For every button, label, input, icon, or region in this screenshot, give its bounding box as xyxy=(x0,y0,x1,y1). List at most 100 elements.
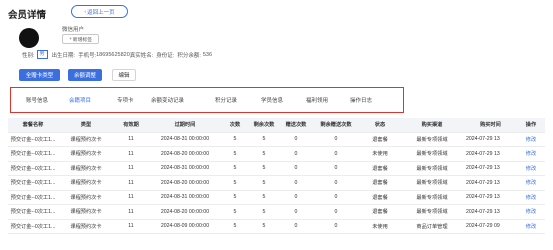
cell-remaining: 5 xyxy=(248,204,280,220)
cell-edit-link[interactable]: 修改 xyxy=(517,175,545,191)
phone-value: 18695625820 xyxy=(96,51,130,58)
cell-package-name: 预交订金--0次工1... xyxy=(8,204,58,220)
cell-channel: 最新专项领域 xyxy=(400,204,464,220)
cell-validity: 11 xyxy=(114,132,148,147)
header-remaining: 剩余次数 xyxy=(248,118,280,133)
cell-validity: 11 xyxy=(114,175,148,191)
cell-bonus: 0 xyxy=(280,132,312,147)
cell-expiry: 2024-08-20 00:00:00 xyxy=(148,146,222,162)
table-row: 预交订金--0次工1... 课程预约次卡 11 2024-08-20 00:00:00… xyxy=(8,175,545,191)
cell-package-name: 预交订金--0次工1... xyxy=(8,219,58,234)
header-package-name: 套餐名称 xyxy=(8,118,58,133)
cell-status: 未使用 xyxy=(360,219,400,234)
balance-adjust-button[interactable]: 余额调整 xyxy=(68,69,102,81)
cell-status: 退套餐 xyxy=(360,132,400,147)
cell-purchase-time: 2024-07-29 13 xyxy=(464,190,517,205)
chevron-left-icon: ‹ xyxy=(84,8,87,15)
cell-remaining-bonus: 0 xyxy=(312,175,360,191)
tab-balance-records[interactable]: 余额变动记录 xyxy=(151,96,184,104)
header-channel: 购买渠道 xyxy=(400,118,464,133)
tab-operation-log[interactable]: 操作日志 xyxy=(350,96,372,104)
cell-channel: 商品订单管理 xyxy=(400,219,464,234)
tab-special-card[interactable]: 专项卡 xyxy=(117,96,134,104)
cell-edit-link[interactable]: 修改 xyxy=(517,146,545,162)
cell-count: 5 xyxy=(222,204,248,220)
cell-package-name: 预交订金--0次工1... xyxy=(8,190,58,205)
tab-bar: 账号信息 会籍项目 专项卡 余额变动记录 积分记录 学员信息 福利领用 操作日志 xyxy=(10,87,404,113)
back-button[interactable]: ‹ 返回上一页 xyxy=(71,5,128,18)
cell-status: 退套餐 xyxy=(360,204,400,220)
cell-edit-link[interactable]: 修改 xyxy=(517,219,545,234)
cell-edit-link[interactable]: 修改 xyxy=(517,204,545,220)
gender-label: 性别: xyxy=(22,52,35,59)
tab-points-records[interactable]: 积分记录 xyxy=(215,96,237,104)
cell-remaining: 5 xyxy=(248,219,280,234)
tab-membership-items[interactable]: 会籍项目 xyxy=(69,96,91,104)
cell-bonus: 0 xyxy=(280,204,312,220)
cell-edit-link[interactable]: 修改 xyxy=(517,132,545,147)
cell-count: 5 xyxy=(222,146,248,162)
cell-channel: 最新专项领域 xyxy=(400,146,464,162)
cell-type: 课程预约次卡 xyxy=(58,204,114,220)
plus-icon: + xyxy=(68,36,72,42)
cell-expiry: 2024-08-20 00:00:00 xyxy=(148,204,222,220)
back-button-label: 返回上一页 xyxy=(87,9,115,16)
gift-card-type-button[interactable]: 全赠卡类型 xyxy=(19,69,60,81)
table-header-row: 套餐名称 类型 有效期 过期时间 次数 剩余次数 赠送次数 剩余赠送次数 状态 … xyxy=(8,118,545,133)
header-type: 类型 xyxy=(58,118,114,133)
cell-validity: 11 xyxy=(114,219,148,234)
cell-validity: 11 xyxy=(114,190,148,205)
table-row: 预交订金--0次工1... 课程预约次卡 11 2024-08-31 00:00:00… xyxy=(8,161,545,176)
cell-type: 课程预约次卡 xyxy=(58,161,114,176)
cell-expiry: 2024-08-31 00:00:00 xyxy=(148,132,222,147)
cell-remaining: 5 xyxy=(248,175,280,191)
cell-channel: 最新专项领域 xyxy=(400,175,464,191)
cell-edit-link[interactable]: 修改 xyxy=(517,161,545,176)
cell-validity: 11 xyxy=(114,161,148,176)
header-status: 状态 xyxy=(360,118,400,133)
header-purchase-time: 购买时间 xyxy=(464,118,517,133)
cell-purchase-time: 2024-07-29 13 xyxy=(464,161,517,176)
cell-bonus: 0 xyxy=(280,190,312,205)
cell-remaining: 5 xyxy=(248,161,280,176)
table-row: 预交订金--0次工1... 课程预约次卡 11 2024-08-31 00:00:00… xyxy=(8,190,545,205)
header-count: 次数 xyxy=(222,118,248,133)
table-row: 预交订金--0次工1... 课程预约次卡 11 2024-08-31 00:00:00… xyxy=(8,132,545,147)
tab-welfare[interactable]: 福利领用 xyxy=(306,96,328,104)
cell-package-name: 预交订金--0次工1... xyxy=(8,161,58,176)
table-row: 预交订金--0次工1... 课程预约次卡 11 2024-08-20 00:00:00… xyxy=(8,146,545,162)
cell-purchase-time: 2024-07-29 13 xyxy=(464,175,517,191)
cell-edit-link[interactable]: 修改 xyxy=(517,190,545,205)
cell-purchase-time: 2024-07-29 09 xyxy=(464,219,517,234)
cell-remaining-bonus: 0 xyxy=(312,161,360,176)
cell-count: 5 xyxy=(222,161,248,176)
cell-bonus: 0 xyxy=(280,219,312,234)
cell-remaining: 5 xyxy=(248,146,280,162)
username: 微信用户 xyxy=(62,27,85,33)
cell-type: 课程预约次卡 xyxy=(58,219,114,234)
profile-info-line: 性别: 男 出生日期: 手机号: 18695625820 真实姓名: 身份证: … xyxy=(22,50,212,59)
header-bonus: 赠送次数 xyxy=(280,118,312,133)
table-body: 预交订金--0次工1... 课程预约次卡 11 2024-08-31 00:00:00… xyxy=(8,132,545,234)
cell-type: 课程预约次卡 xyxy=(58,146,114,162)
cell-purchase-time: 2024-07-29 13 xyxy=(464,146,517,162)
add-tag-button[interactable]: + 新增标签 xyxy=(62,34,99,44)
tab-student-info[interactable]: 学员信息 xyxy=(261,96,283,104)
table-row: 预交订金--0次工1... 课程预约次卡 11 2024-08-09 00:00:00… xyxy=(8,219,545,234)
cell-status: 退套餐 xyxy=(360,190,400,205)
header-remaining-bonus: 剩余赠送次数 xyxy=(312,118,360,133)
header-actions: 操作 xyxy=(517,118,545,133)
cell-bonus: 0 xyxy=(280,161,312,176)
cell-package-name: 预交订金--0次工1... xyxy=(8,146,58,162)
points-value: 536 xyxy=(202,51,213,58)
tab-account-info[interactable]: 账号信息 xyxy=(26,96,48,104)
cell-count: 5 xyxy=(222,175,248,191)
edit-button[interactable]: 编辑 xyxy=(112,69,136,81)
cell-bonus: 0 xyxy=(280,175,312,191)
header-expiry: 过期时间 xyxy=(148,118,222,133)
cell-status: 退套餐 xyxy=(360,175,400,191)
cell-expiry: 2024-08-09 00:00:00 xyxy=(148,219,222,234)
table-row: 预交订金--0次工1... 课程预约次卡 11 2024-08-20 00:00:00… xyxy=(8,204,545,220)
cell-status: 退套餐 xyxy=(360,161,400,176)
header-validity: 有效期 xyxy=(114,118,148,133)
